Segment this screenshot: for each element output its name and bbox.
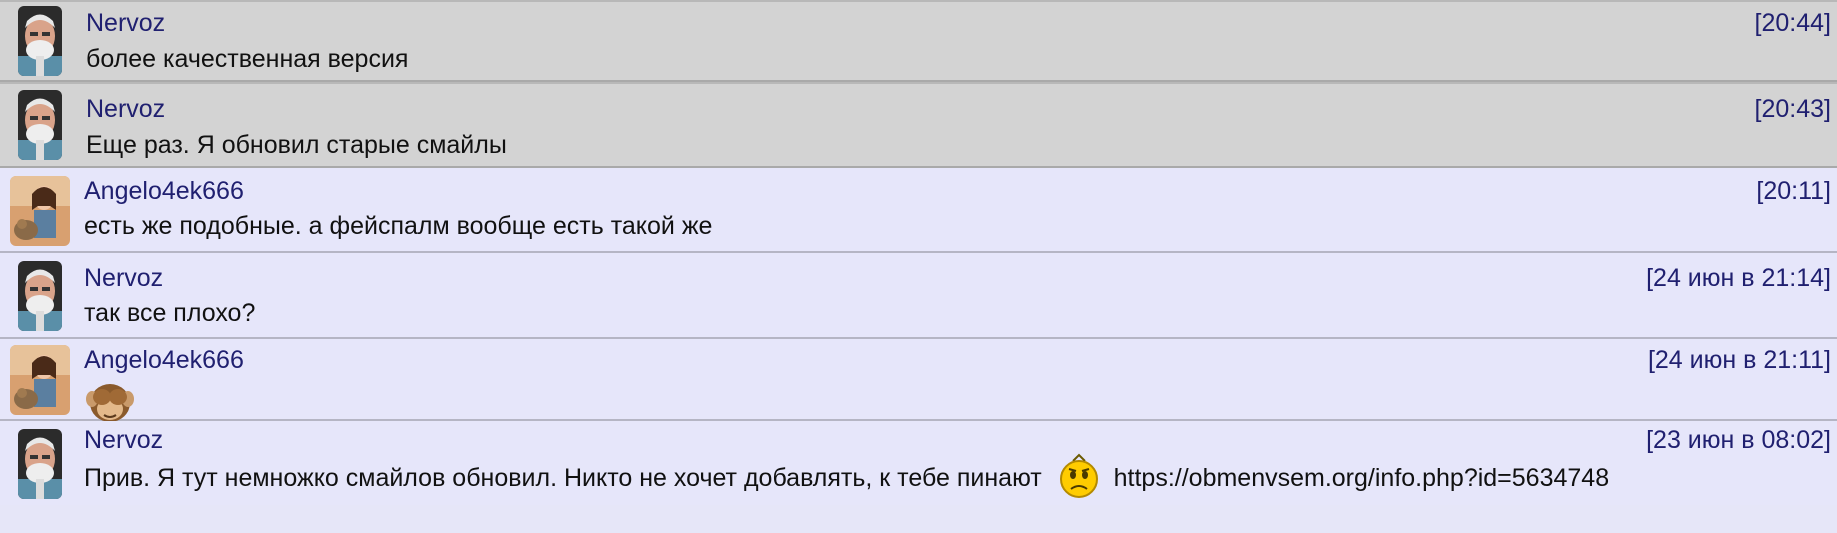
old-man-avatar-icon[interactable]: [18, 90, 62, 160]
old-man-avatar-icon[interactable]: [18, 429, 62, 499]
message-item[interactable]: Nervoz [23 июн в 08:02] Прив. Я тут немн…: [0, 421, 1837, 505]
old-man-avatar-icon[interactable]: [18, 261, 62, 331]
sad-smiley-icon: [1057, 453, 1101, 499]
message-text: более качественная версия: [86, 45, 409, 73]
message-item[interactable]: Angelo4ek666 [24 июн в 21:11]: [0, 339, 1837, 422]
message-list: Nervoz [20:44] более качественная версия…: [0, 0, 1837, 533]
girl-avatar-icon[interactable]: [10, 345, 70, 415]
see-no-evil-monkey-icon: [84, 377, 136, 425]
message-text: Еще раз. Я обновил старые смайлы: [86, 131, 507, 159]
girl-avatar-icon[interactable]: [10, 176, 70, 246]
message-author[interactable]: Angelo4ek666: [84, 345, 244, 375]
message-item[interactable]: Nervoz [20:43] Еще раз. Я обновил старые…: [0, 82, 1837, 168]
old-man-avatar-icon[interactable]: [18, 6, 62, 76]
message-item[interactable]: Angelo4ek666 [20:11] есть же подобные. а…: [0, 168, 1837, 253]
message-author[interactable]: Nervoz: [86, 94, 165, 124]
message-author[interactable]: Angelo4ek666: [84, 176, 244, 206]
message-time: [20:44]: [1754, 9, 1831, 37]
message-time: [24 июн в 21:14]: [1646, 264, 1831, 292]
message-body: Прив. Я тут немножко смайлов обновил. Ни…: [84, 453, 1609, 502]
message-author[interactable]: Nervoz: [84, 263, 163, 293]
message-text: так все плохо?: [84, 299, 256, 327]
message-time: [20:43]: [1754, 95, 1831, 123]
message-time: [24 июн в 21:11]: [1647, 346, 1831, 374]
message-time: [23 июн в 08:02]: [1646, 426, 1831, 454]
message-text: есть же подобные. а фейспалм вообще есть…: [84, 212, 713, 240]
message-author[interactable]: Nervoz: [84, 425, 163, 455]
message-time: [20:11]: [1756, 177, 1831, 205]
message-link[interactable]: https://obmenvsem.org/info.php?id=563474…: [1114, 464, 1609, 492]
message-text: Прив. Я тут немножко смайлов обновил. Ни…: [84, 464, 1042, 492]
message-item[interactable]: Nervoz [24 июн в 21:14] так все плохо?: [0, 253, 1837, 339]
message-author[interactable]: Nervoz: [86, 8, 165, 38]
message-item[interactable]: Nervoz [20:44] более качественная версия: [0, 0, 1837, 82]
